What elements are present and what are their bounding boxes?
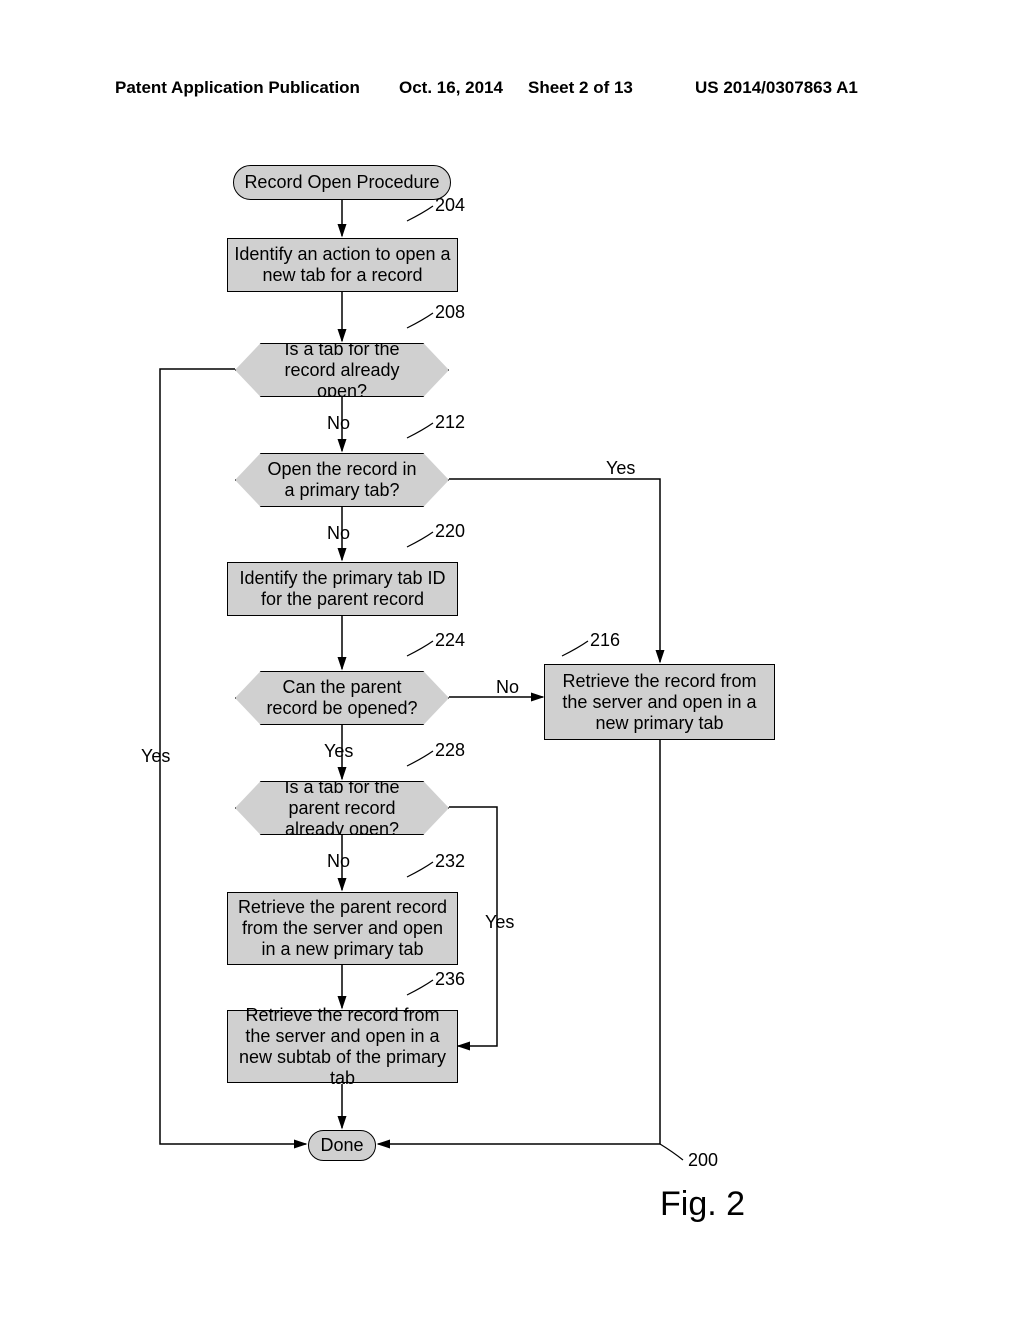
process-236: Retrieve the record from the server and … (227, 1010, 458, 1083)
edge-224-yes: Yes (324, 741, 353, 762)
ref-200: 200 (688, 1150, 718, 1171)
process-204: Identify an action to open a new tab for… (227, 238, 458, 292)
figure-label: Fig. 2 (660, 1185, 745, 1224)
decision-224: Can the parent record be opened? (235, 671, 449, 725)
decision-224-text: Can the parent record be opened? (235, 671, 449, 725)
terminator-start: Record Open Procedure (233, 165, 451, 200)
process-216: Retrieve the record from the server and … (544, 664, 775, 740)
publication-date: Oct. 16, 2014 (399, 78, 503, 98)
publication-number: US 2014/0307863 A1 (695, 78, 858, 98)
decision-208: Is a tab for the record already open? (235, 343, 449, 397)
ref-212: 212 (435, 412, 465, 433)
decision-228: Is a tab for the parent record already o… (235, 781, 449, 835)
process-220: Identify the primary tab ID for the pare… (227, 562, 458, 616)
ref-232: 232 (435, 851, 465, 872)
ref-208: 208 (435, 302, 465, 323)
edge-208-yes: Yes (141, 746, 170, 767)
edge-212-no: No (327, 523, 350, 544)
publication-type: Patent Application Publication (115, 78, 360, 98)
sheet-number: Sheet 2 of 13 (528, 78, 633, 98)
terminator-done: Done (308, 1130, 376, 1161)
ref-236: 236 (435, 969, 465, 990)
decision-212: Open the record in a primary tab? (235, 453, 449, 507)
decision-212-text: Open the record in a primary tab? (235, 453, 449, 507)
edge-228-yes: Yes (485, 912, 514, 933)
decision-228-text: Is a tab for the parent record already o… (235, 781, 449, 835)
ref-228: 228 (435, 740, 465, 761)
flowchart: Record Open Procedure Identify an action… (0, 150, 1024, 1300)
edge-212-yes: Yes (606, 458, 635, 479)
ref-216: 216 (590, 630, 620, 651)
edge-208-no: No (327, 413, 350, 434)
edge-224-no: No (496, 677, 519, 698)
decision-208-text: Is a tab for the record already open? (235, 343, 449, 397)
ref-224: 224 (435, 630, 465, 651)
ref-204: 204 (435, 195, 465, 216)
connectors (0, 150, 1024, 1300)
process-232: Retrieve the parent record from the serv… (227, 892, 458, 965)
ref-220: 220 (435, 521, 465, 542)
edge-228-no: No (327, 851, 350, 872)
